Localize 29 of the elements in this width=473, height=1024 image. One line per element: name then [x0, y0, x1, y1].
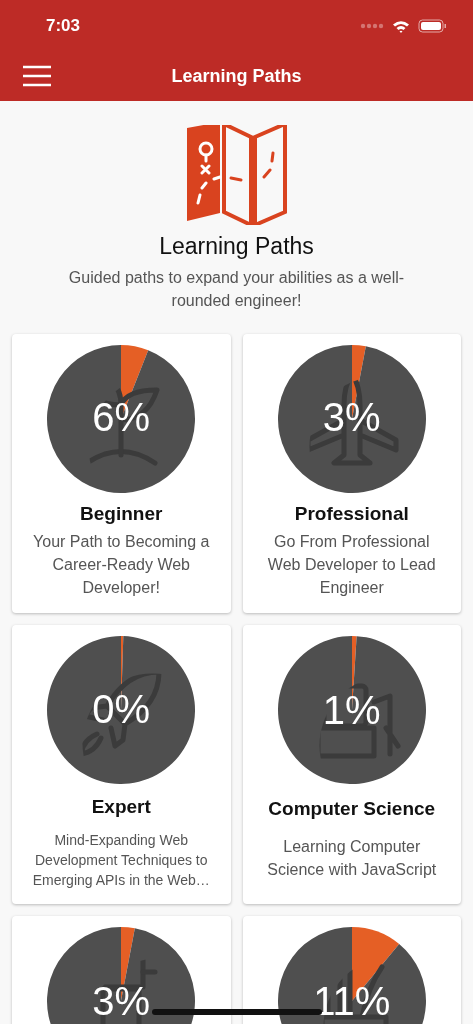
path-title: Beginner: [80, 503, 163, 525]
page-subtitle: Guided paths to expand your abilities as a well-rounded engineer!: [67, 268, 406, 311]
path-card[interactable]: 1% Computer Science Learning Computer Science with JavaScript: [242, 625, 461, 904]
progress-percent: 6%: [91, 394, 152, 440]
path-card[interactable]: 3%: [12, 916, 231, 1024]
path-title: Computer Science: [268, 798, 436, 820]
wifi-icon: [392, 19, 410, 33]
progress-percent: 11%: [312, 978, 392, 1024]
path-description: Go From Professional Web Developer to Lead Engineer: [266, 532, 437, 598]
path-card[interactable]: 11%: [242, 916, 461, 1024]
path-description: Mind-Expanding Web Development Techniques to Emerging APIs in the Web…: [31, 831, 211, 890]
path-title: Professional: [294, 503, 409, 525]
progress-percent: 0%: [91, 686, 152, 732]
signal-icon: [360, 23, 384, 29]
battery-icon: [418, 19, 447, 33]
menu-icon[interactable]: [22, 65, 52, 87]
path-description: Your Path to Becoming a Career-Ready Web Developer!: [32, 532, 211, 598]
progress-percent: 3%: [91, 978, 152, 1024]
path-title: Expert: [91, 796, 151, 818]
path-card[interactable]: 6% Beginner Your Path to Becoming a Career-Ready Web Developer!: [12, 334, 231, 613]
path-card[interactable]: 0% Expert Mind-Expanding Web Development Techniques to Emerging APIs in the Web…: [12, 625, 231, 904]
status-time: 7:03: [46, 16, 81, 36]
path-description: Learning Computer Science with JavaScript: [266, 836, 438, 880]
progress-percent: 1%: [321, 687, 382, 733]
path-card[interactable]: 3% Professional Go From Professional Web Developer to Lead Engineer: [242, 334, 461, 613]
map-icon: [185, 125, 288, 225]
progress-percent: 3%: [321, 394, 382, 440]
nav-title: Learning Paths: [171, 66, 302, 87]
page-title: Learning Paths: [159, 233, 314, 260]
